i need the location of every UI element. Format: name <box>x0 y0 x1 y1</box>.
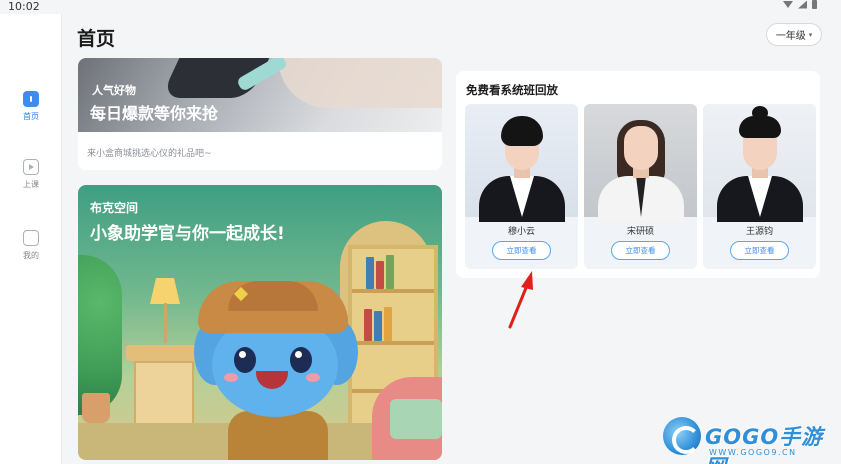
red-arrow-annotation <box>508 271 533 329</box>
gogo-logo-icon <box>663 417 701 455</box>
watermark-logo: GOGO手游网 WWW.GOGO9.CN <box>663 415 833 464</box>
watermark-brand: GOGO手游网 <box>705 425 824 464</box>
watermark-url: WWW.GOGO9.CN <box>709 448 797 457</box>
